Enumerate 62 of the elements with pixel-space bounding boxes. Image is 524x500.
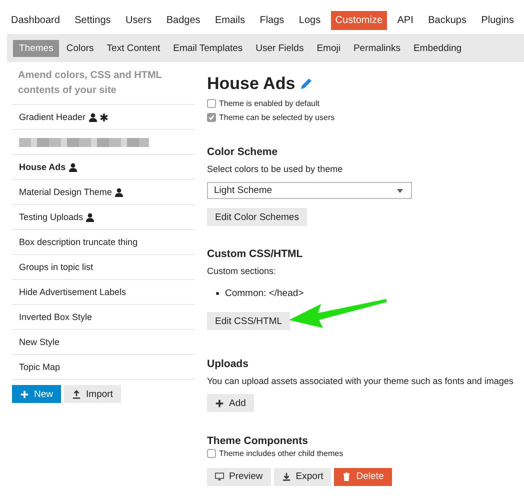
sub-nav-tab[interactable]: User Fields [250, 40, 310, 56]
theme-list-item[interactable]: Box description truncate thing [19, 237, 138, 247]
checkbox-label: Theme includes other child themes [219, 449, 344, 458]
export-button[interactable]: Export [274, 468, 332, 486]
preview-button[interactable]: Preview [207, 468, 271, 486]
upload-icon [72, 390, 82, 398]
sub-nav-tab[interactable]: Emoji [310, 40, 346, 56]
nav-tab[interactable]: Badges [162, 10, 204, 30]
theme-list-item[interactable]: Hide Advertisement Labels [19, 287, 126, 297]
plus-icon [215, 398, 224, 408]
section-description: Custom sections: [207, 266, 278, 276]
caret-icon [397, 188, 403, 192]
nav-tab[interactable]: Flags [256, 10, 288, 30]
nav-tab[interactable]: API [393, 10, 418, 30]
monitor-icon [215, 472, 224, 481]
sub-nav-tab[interactable]: Permalinks [347, 40, 406, 56]
nav-tab[interactable]: Emails [210, 10, 249, 30]
nav-tab[interactable]: Backups [424, 10, 470, 30]
edit-css-html-button[interactable]: Edit CSS/HTML [207, 312, 290, 330]
sub-nav-tab[interactable]: Text Content [100, 40, 166, 56]
color-scheme-dropdown[interactable]: Light Scheme [207, 182, 412, 199]
edit-color-schemes-button[interactable]: Edit Color Schemes [207, 208, 307, 226]
plus-icon [20, 390, 29, 398]
custom-section-item: Common: </head> [225, 288, 304, 299]
theme-list-item[interactable]: Inverted Box Style [19, 312, 92, 322]
delete-button[interactable]: Delete [334, 468, 392, 486]
checkbox-label: Theme can be selected by users [219, 112, 335, 122]
sub-nav-tab[interactable]: Embedding [407, 40, 468, 56]
theme-list-item[interactable]: Topic Map [19, 362, 60, 372]
theme-list-item[interactable]: New Style [19, 337, 60, 347]
theme-title: House Ads [207, 74, 296, 94]
nav-tab[interactable]: Users [122, 10, 156, 30]
trash-icon [342, 472, 352, 481]
nav-tab[interactable]: Logs [294, 10, 325, 30]
checkbox[interactable] [207, 112, 216, 122]
import-button[interactable]: Import [64, 385, 121, 403]
section-heading: Color Scheme [207, 146, 279, 158]
section-heading: Theme Components [207, 434, 309, 446]
theme-list-item[interactable]: Material Design Theme [19, 187, 112, 197]
new-button[interactable]: New [12, 385, 62, 403]
sidebar-description: Amend colors, CSS and HTML contents of your site [12, 68, 195, 105]
nav-tab[interactable]: Plugins [477, 10, 518, 30]
nav-tab[interactable]: Customize [331, 10, 387, 30]
checkbox[interactable] [207, 449, 216, 458]
section-description: You can upload assets associated with your theme such as fonts and images [207, 376, 514, 386]
bullet-icon [216, 292, 219, 295]
checkbox-label: Theme is enabled by default [219, 98, 320, 108]
pencil-icon[interactable] [299, 77, 314, 91]
sub-nav-tab[interactable]: Email Templates [167, 40, 249, 56]
download-icon [282, 472, 291, 481]
section-heading: Custom CSS/HTML [207, 248, 304, 260]
theme-list-item[interactable]: Groups in topic list [19, 262, 94, 272]
nav-tab[interactable]: Dashboard [7, 10, 64, 30]
sub-nav-tab[interactable]: Colors [60, 40, 100, 56]
checkbox[interactable] [207, 98, 216, 108]
section-heading: Uploads [207, 358, 250, 370]
theme-list-item[interactable]: Testing Uploads [19, 212, 84, 222]
theme-list-item[interactable]: Gradient Header [19, 112, 86, 122]
nav-tab[interactable]: Settings [70, 10, 115, 30]
theme-list-item[interactable]: House Ads [19, 162, 66, 172]
section-description: Select colors to be used by theme [207, 164, 344, 174]
add-button[interactable]: Add [207, 394, 254, 412]
